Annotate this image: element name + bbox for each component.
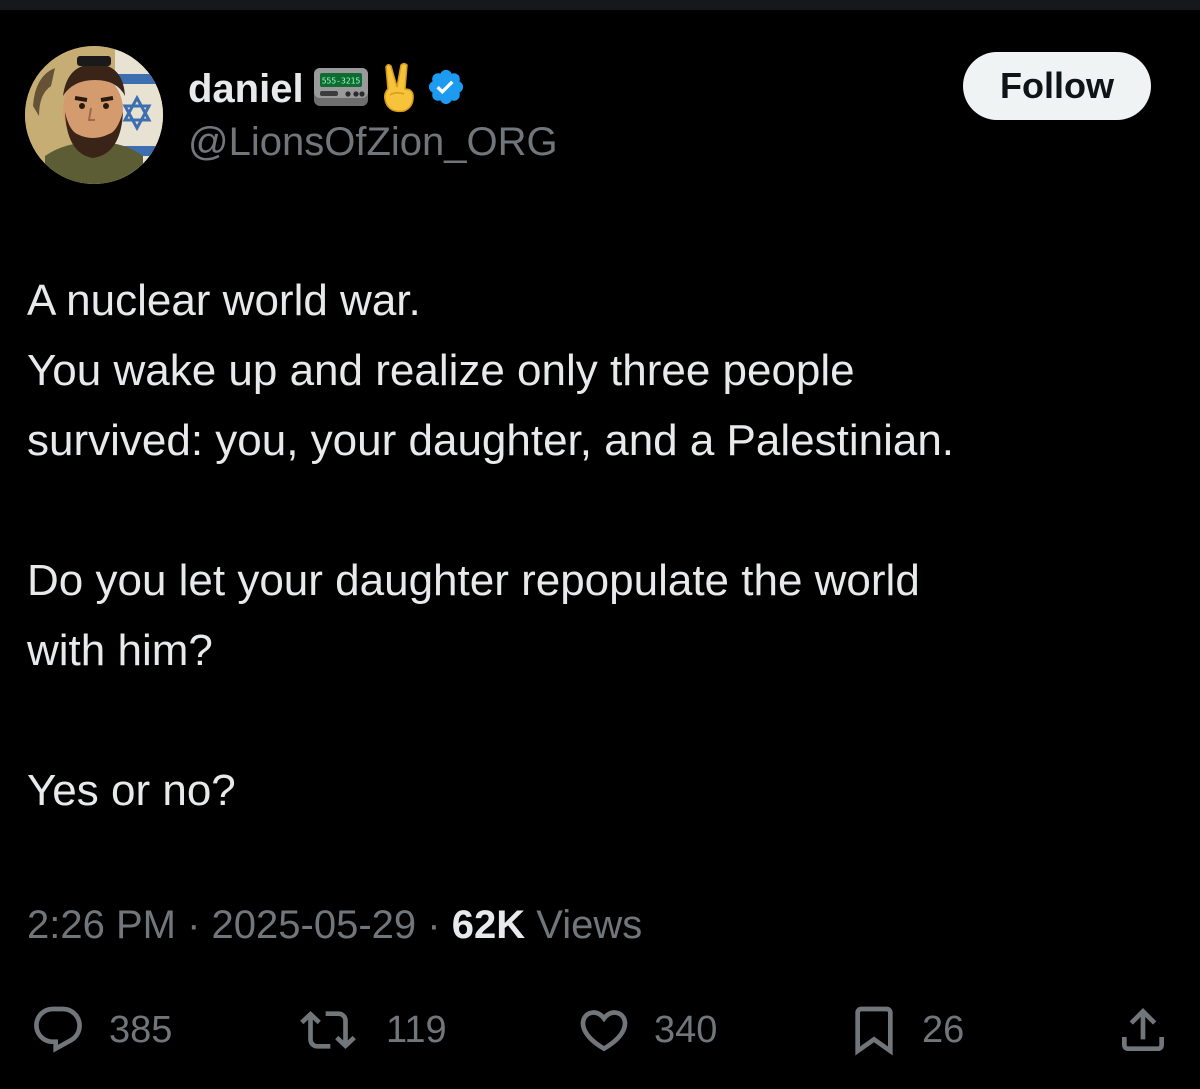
author-handle[interactable]: @LionsOfZion_ORG: [188, 120, 558, 165]
tweet-text: A nuclear world war. You wake up and rea…: [27, 266, 1177, 826]
tweet-line: Do you let your daughter repopulate the …: [27, 556, 920, 605]
views-label: Views: [536, 903, 643, 947]
bookmark-count: 26: [922, 1008, 965, 1051]
views-count: 62K: [451, 903, 526, 947]
verified-badge-icon[interactable]: [426, 67, 466, 112]
heart-icon: [580, 1010, 628, 1052]
victory-hand-emoji-icon: [378, 61, 418, 118]
reply-count: 385: [109, 1008, 173, 1051]
tweet-time[interactable]: 2:26 PM: [27, 903, 176, 947]
tweet-meta: 2:26 PM · 2025-05-29 · 62K Views: [27, 903, 642, 948]
meta-separator: ·: [187, 903, 201, 947]
avatar-illustration: [25, 46, 163, 184]
tweet-line: with him?: [27, 626, 213, 675]
pager-emoji-icon: 555-3215: [312, 64, 370, 115]
tweet-date[interactable]: 2025-05-29: [212, 903, 417, 947]
reply-bubble-icon: [34, 1006, 82, 1053]
tweet-line: You wake up and realize only three peopl…: [27, 346, 855, 395]
bookmark-button[interactable]: 26: [846, 995, 964, 1065]
action-bar: 385 119 340 26: [0, 995, 1200, 1065]
share-button[interactable]: [1115, 995, 1171, 1065]
like-button[interactable]: 340: [574, 995, 717, 1065]
avatar[interactable]: [25, 46, 163, 184]
svg-text:555-3215: 555-3215: [321, 76, 360, 85]
repost-button[interactable]: 119: [290, 995, 447, 1065]
like-count: 340: [654, 1008, 718, 1051]
repost-arrows-icon: [300, 1011, 356, 1049]
tweet-line: survived: you, your daughter, and a Pale…: [27, 416, 955, 465]
tweet-line: Yes or no?: [27, 766, 236, 815]
meta-separator: ·: [427, 903, 441, 947]
bookmark-icon: [855, 1006, 893, 1056]
author-display-name[interactable]: daniel: [188, 67, 304, 112]
author-name-row: daniel 555-3215: [188, 62, 466, 116]
reply-button[interactable]: 385: [27, 995, 172, 1065]
repost-count: 119: [386, 1008, 447, 1051]
follow-button[interactable]: Follow: [963, 52, 1151, 120]
share-upload-icon: [1122, 1008, 1164, 1051]
tweet-line: A nuclear world war.: [27, 276, 421, 325]
top-divider-strip: [0, 0, 1200, 10]
